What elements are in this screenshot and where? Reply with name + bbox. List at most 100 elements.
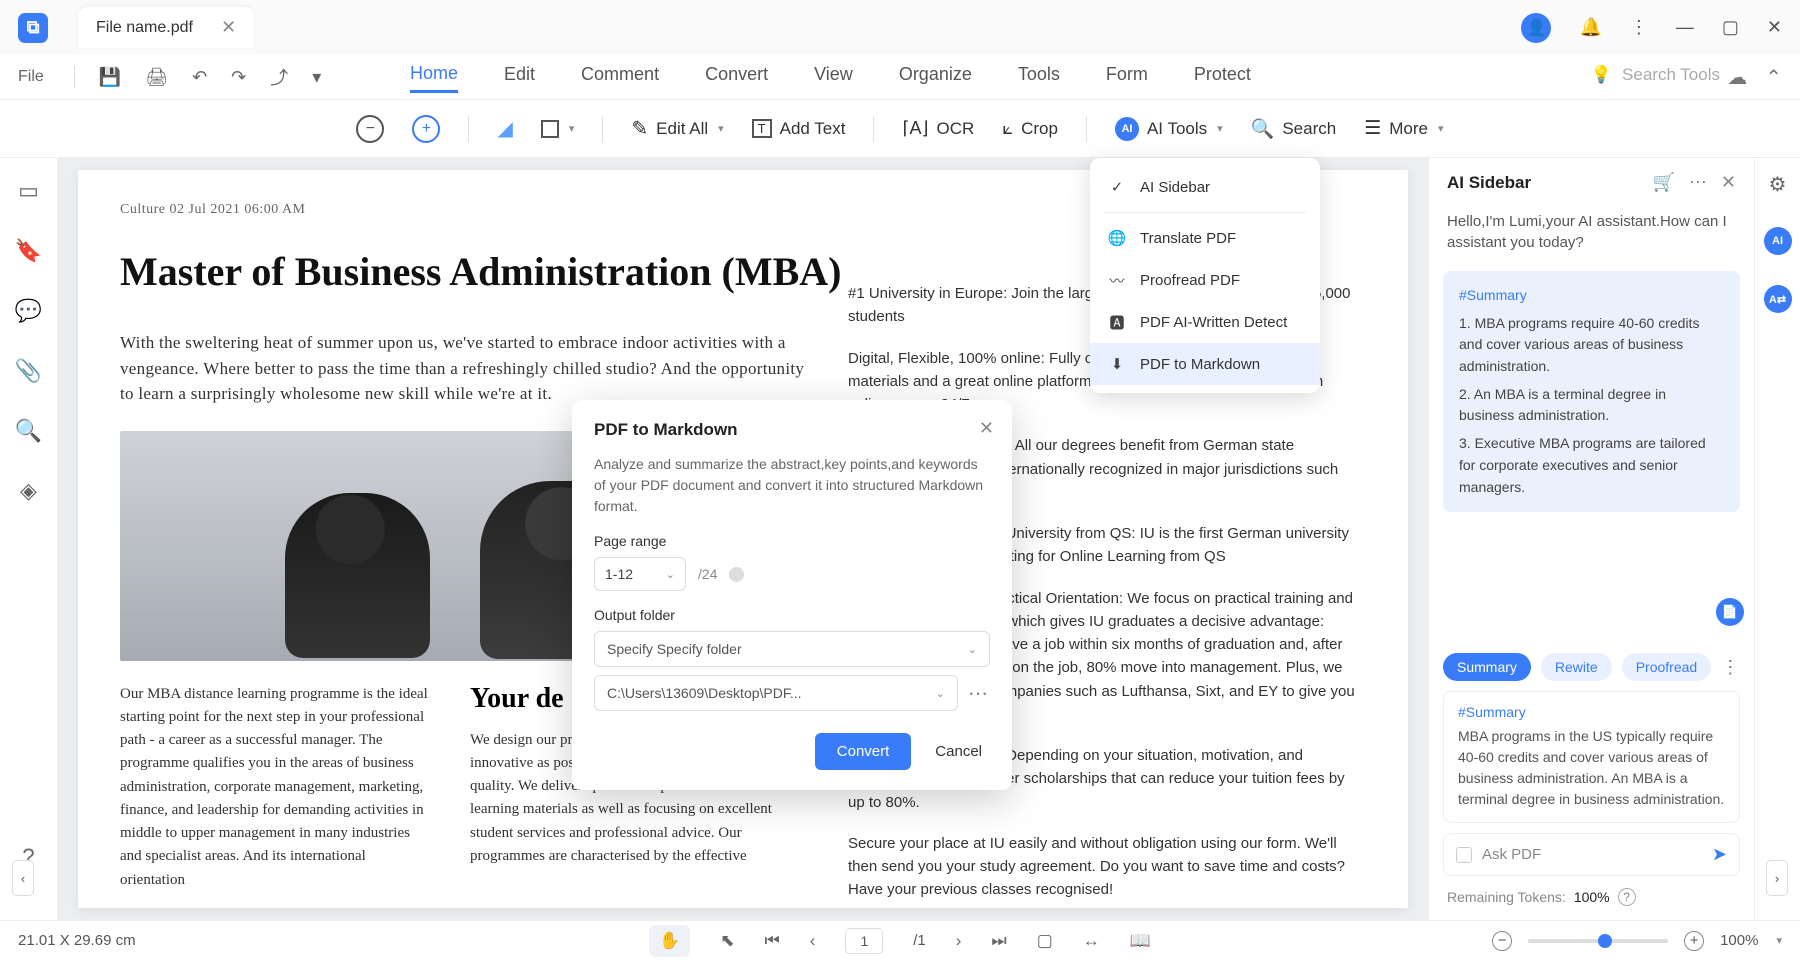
modal-close-icon[interactable]: ✕ xyxy=(979,418,994,439)
menu-organize[interactable]: Organize xyxy=(899,64,972,91)
ai-menu-detect[interactable]: 🅰PDF AI-Written Detect xyxy=(1090,301,1320,343)
search-tools[interactable]: 💡 Search Tools xyxy=(1591,65,1720,85)
menu-comment[interactable]: Comment xyxy=(581,64,659,91)
title-bar: ⧉ File name.pdf ✕ 👤 🔔 ⋮ — ▢ ✕ xyxy=(0,0,1800,55)
zoom-out-button[interactable]: − xyxy=(356,115,384,143)
ai-menu-markdown[interactable]: ⬇PDF to Markdown xyxy=(1090,343,1320,385)
page-total: /1 xyxy=(913,932,926,949)
close-icon[interactable]: ✕ xyxy=(221,17,236,38)
expand-right-rail[interactable]: › xyxy=(1766,860,1788,896)
ask-pdf-input[interactable]: Ask PDF ➤ xyxy=(1443,833,1740,876)
zoom-in-icon[interactable]: + xyxy=(1684,931,1704,951)
thumbnails-icon[interactable]: ▭ xyxy=(18,178,39,204)
bell-icon[interactable]: 🔔 xyxy=(1579,17,1601,38)
ai-tools-button[interactable]: AIAI Tools▾ xyxy=(1115,117,1223,141)
check-icon: ✓ xyxy=(1108,178,1126,196)
pills-more-icon[interactable]: ⋮ xyxy=(1721,657,1743,678)
search-button[interactable]: 🔍Search xyxy=(1251,117,1337,141)
layers-icon[interactable]: ◈ xyxy=(20,478,37,504)
slider-thumb[interactable] xyxy=(1598,934,1612,948)
search-label: Search xyxy=(1282,119,1336,139)
select-tool-icon[interactable]: ⬉ xyxy=(720,931,734,951)
area-button[interactable]: ▾ xyxy=(541,120,575,138)
pill-proofread[interactable]: Proofread xyxy=(1622,653,1711,681)
zoom-in-button[interactable]: + xyxy=(412,115,440,143)
chevron-down-icon[interactable]: ▾ xyxy=(312,67,321,88)
settings-icon[interactable]: ⚙ xyxy=(1769,172,1787,197)
ai-menu-sidebar[interactable]: ✓AI Sidebar xyxy=(1090,166,1320,208)
document-tab[interactable]: File name.pdf ✕ xyxy=(78,7,254,48)
close-window-icon[interactable]: ✕ xyxy=(1767,17,1782,38)
more-button[interactable]: ☰More▾ xyxy=(1364,117,1443,140)
prev-page-icon[interactable]: ‹ xyxy=(810,931,816,951)
fit-width-icon[interactable]: ↔ xyxy=(1083,931,1100,951)
hand-tool-icon[interactable]: ✋ xyxy=(649,925,690,957)
pill-summary[interactable]: Summary xyxy=(1443,653,1531,681)
collapse-left-rail[interactable]: ‹ xyxy=(12,860,34,896)
menu-convert[interactable]: Convert xyxy=(705,64,768,91)
kebab-icon[interactable]: ⋮ xyxy=(1630,17,1648,38)
page-number-input[interactable]: 1 xyxy=(845,928,883,954)
info-icon[interactable]: ? xyxy=(1618,888,1636,906)
zoom-slider[interactable] xyxy=(1528,939,1668,943)
save-icon[interactable]: 💾 xyxy=(99,67,121,88)
bookmarks-icon[interactable]: 🔖 xyxy=(15,238,42,264)
search-panel-icon[interactable]: 🔍 xyxy=(15,418,42,444)
ai-badge-icon[interactable]: AI xyxy=(1764,227,1792,255)
close-sidebar-icon[interactable]: ✕ xyxy=(1721,172,1736,193)
redo-icon[interactable]: ↷ xyxy=(231,67,246,88)
result-title: Summary xyxy=(1458,704,1725,720)
collapse-ribbon-icon[interactable]: ⌃ xyxy=(1765,65,1782,90)
share-icon[interactable]: ⤴ xyxy=(270,64,288,90)
send-icon[interactable]: ➤ xyxy=(1712,844,1727,865)
cancel-button[interactable]: Cancel xyxy=(927,733,990,770)
ask-checkbox[interactable] xyxy=(1456,847,1472,863)
pill-rewrite[interactable]: Rewite xyxy=(1541,653,1612,681)
add-text-button[interactable]: TAdd Text xyxy=(752,119,846,139)
ai-sidebar-panel: AI Sidebar 🛒 ⋯ ✕ Hello,I'm Lumi,your AI … xyxy=(1428,158,1754,920)
translate-badge-icon[interactable]: A⇄ xyxy=(1764,285,1792,313)
attachments-icon[interactable]: 📎 xyxy=(15,358,42,384)
cart-icon[interactable]: 🛒 xyxy=(1652,172,1674,193)
output-path-select[interactable]: C:\Users\13609\Desktop\PDF...⌄ xyxy=(594,675,958,711)
cloud-upload-icon[interactable]: ☁ xyxy=(1727,65,1747,90)
radio-unselected[interactable] xyxy=(729,567,744,582)
ai-menu-translate[interactable]: 🌐Translate PDF xyxy=(1090,217,1320,259)
ai-menu-proofread[interactable]: 〰Proofread PDF xyxy=(1090,259,1320,301)
menu-home[interactable]: Home xyxy=(410,63,458,93)
menu-tools[interactable]: Tools xyxy=(1018,64,1060,91)
ai-tools-menu: ✓AI Sidebar 🌐Translate PDF 〰Proofread PD… xyxy=(1090,158,1320,393)
minimize-icon[interactable]: — xyxy=(1676,17,1694,38)
crop-button[interactable]: ⟀Crop xyxy=(1002,118,1058,139)
print-icon[interactable]: 🖨 xyxy=(145,67,168,88)
modal-description: Analyze and summarize the abstract,key p… xyxy=(594,454,990,517)
file-menu[interactable]: File xyxy=(18,68,44,86)
menu-form[interactable]: Form xyxy=(1106,64,1148,91)
menu-edit[interactable]: Edit xyxy=(504,64,535,91)
highlighter-button[interactable]: ◢ xyxy=(497,116,512,141)
edit-all-button[interactable]: ✎Edit All▾ xyxy=(631,116,723,141)
ocr-button[interactable]: ⌈A⌋OCR xyxy=(902,118,974,139)
floating-doc-icon[interactable]: 📄 xyxy=(1716,598,1744,626)
page-range-select[interactable]: 1-12⌄ xyxy=(594,557,686,591)
fit-page-icon[interactable]: ▢ xyxy=(1037,931,1053,951)
next-page-icon[interactable]: › xyxy=(956,931,962,951)
output-mode-select[interactable]: Specify Specify folder⌄ xyxy=(594,631,990,667)
undo-icon[interactable]: ↶ xyxy=(192,67,207,88)
first-page-icon[interactable]: ⏮ xyxy=(764,931,779,951)
zoom-chevron-icon[interactable]: ▾ xyxy=(1776,934,1782,947)
menu-view[interactable]: View xyxy=(814,64,853,91)
last-page-icon[interactable]: ⏭ xyxy=(991,931,1006,951)
more-options-icon[interactable]: ⋯ xyxy=(968,681,990,706)
ai-tools-label: AI Tools xyxy=(1147,119,1207,139)
separator xyxy=(468,116,469,142)
menu-protect[interactable]: Protect xyxy=(1194,64,1251,91)
read-mode-icon[interactable]: 📖 xyxy=(1130,931,1151,951)
zoom-out-icon[interactable]: − xyxy=(1492,931,1512,951)
more-icon[interactable]: ⋯ xyxy=(1689,172,1707,193)
convert-button[interactable]: Convert xyxy=(815,733,912,770)
comments-icon[interactable]: 💬 xyxy=(15,298,42,324)
translate-icon: 🌐 xyxy=(1108,229,1126,247)
maximize-icon[interactable]: ▢ xyxy=(1722,17,1739,38)
user-avatar-icon[interactable]: 👤 xyxy=(1521,13,1551,43)
